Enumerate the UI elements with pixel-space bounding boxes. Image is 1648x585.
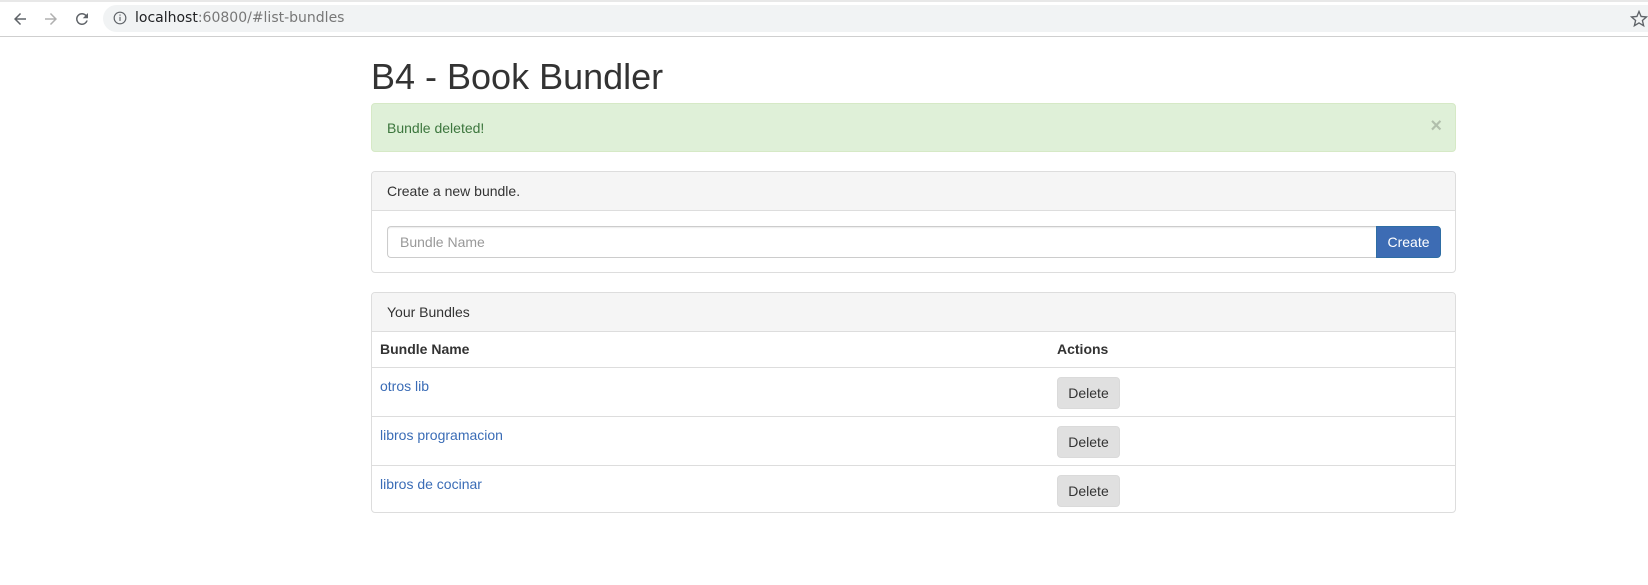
- delete-button[interactable]: Delete: [1057, 474, 1120, 507]
- address-bar[interactable]: localhost:60800/#list-bundles: [103, 5, 1648, 32]
- actions-cell: Delete: [1049, 416, 1455, 466]
- table-row: libros de cocinar Delete: [372, 465, 1455, 514]
- bundle-name-cell: otros lib: [372, 367, 1049, 417]
- bundle-link[interactable]: libros programacion: [380, 427, 503, 443]
- column-header-actions: Actions: [1049, 332, 1455, 368]
- bundles-panel-heading: Your Bundles: [372, 293, 1455, 332]
- url-path: :60800/#list-bundles: [197, 10, 345, 26]
- bundle-link[interactable]: libros de cocinar: [380, 476, 482, 492]
- create-panel-heading: Create a new bundle.: [372, 172, 1455, 211]
- table-row: otros lib Delete: [372, 367, 1455, 417]
- column-header-bundle-name: Bundle Name: [372, 332, 1049, 368]
- bundle-name-cell: libros de cocinar: [372, 465, 1049, 514]
- back-button[interactable]: [9, 8, 31, 30]
- alert-message: Bundle deleted!: [387, 120, 485, 136]
- bundles-table: Bundle Name Actions otros lib Delete lib…: [372, 332, 1455, 514]
- create-input-group: Create: [387, 226, 1441, 258]
- reload-icon: [75, 12, 88, 25]
- success-alert: Bundle deleted! ×: [371, 103, 1456, 152]
- actions-cell: Delete: [1049, 465, 1455, 514]
- url-host: localhost: [135, 10, 198, 26]
- create-button[interactable]: Create: [1376, 226, 1441, 258]
- reload-button[interactable]: [71, 8, 93, 30]
- delete-button[interactable]: Delete: [1057, 425, 1120, 458]
- arrow-right-icon: [45, 13, 57, 25]
- info-icon[interactable]: [113, 11, 127, 25]
- delete-button[interactable]: Delete: [1057, 376, 1120, 409]
- your-bundles-panel: Your Bundles Bundle Name Actions otros l…: [371, 292, 1456, 513]
- url-text[interactable]: localhost:60800/#list-bundles: [135, 11, 344, 26]
- arrow-left-icon: [14, 13, 26, 25]
- create-bundle-panel: Create a new bundle. Create: [371, 171, 1456, 273]
- bundle-link[interactable]: otros lib: [380, 378, 429, 394]
- bundle-name-input[interactable]: [387, 226, 1377, 258]
- bundle-name-cell: libros programacion: [372, 416, 1049, 466]
- tab-strip: [0, 0, 1648, 2]
- browser-toolbar: localhost:60800/#list-bundles: [0, 0, 1648, 37]
- page-title: B4 - Book Bundler: [371, 56, 664, 97]
- star-icon[interactable]: [1630, 10, 1648, 28]
- actions-cell: Delete: [1049, 367, 1455, 417]
- table-row: libros programacion Delete: [372, 416, 1455, 466]
- table-header-row: Bundle Name Actions: [372, 332, 1455, 368]
- close-icon[interactable]: ×: [1430, 116, 1442, 136]
- forward-button[interactable]: [40, 8, 62, 30]
